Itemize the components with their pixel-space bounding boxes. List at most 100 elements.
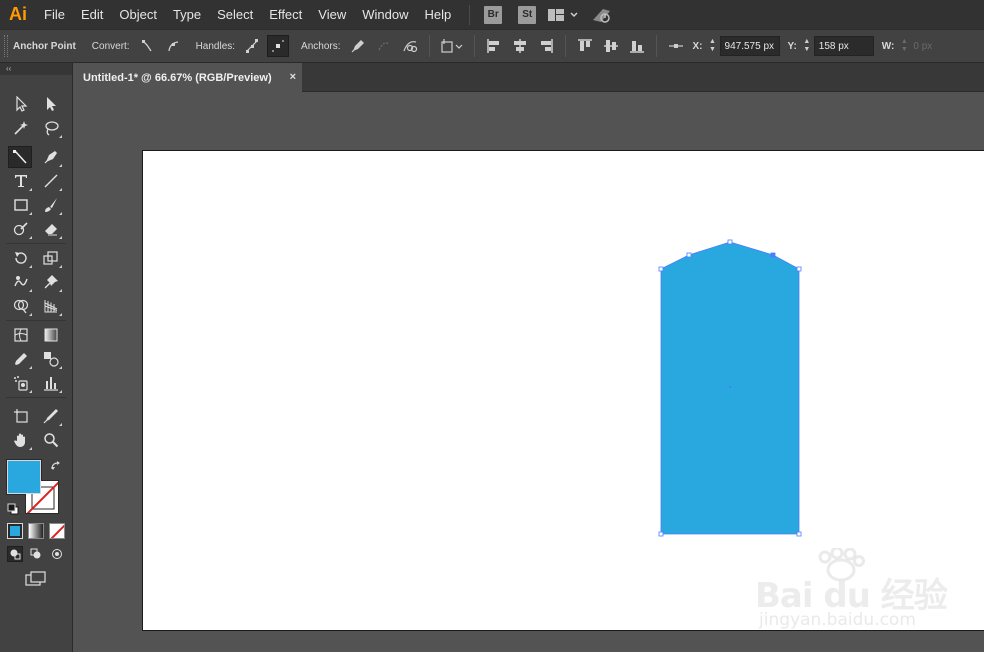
symbol-sprayer-tool-icon[interactable] (9, 372, 33, 394)
screen-mode-icon[interactable] (24, 570, 48, 588)
anchor-point-selected[interactable] (770, 252, 776, 258)
mesh-tool-icon[interactable] (9, 324, 33, 346)
magic-wand-tool-icon[interactable] (9, 117, 33, 139)
w-stepper[interactable]: ▲ ▼ (897, 36, 911, 56)
document-tab-title: Untitled-1* @ 66.67% (RGB/Preview) (83, 72, 272, 84)
draw-behind-icon[interactable] (28, 546, 44, 562)
anchor-point[interactable] (727, 239, 733, 245)
pen-tool-icon[interactable] (39, 146, 63, 168)
document-tab[interactable]: Untitled-1* @ 66.67% (RGB/Preview) × (74, 63, 302, 93)
menu-help[interactable]: Help (416, 0, 459, 29)
canvas-area[interactable] (74, 92, 984, 652)
hand-tool-icon[interactable] (9, 429, 33, 451)
control-bar-divider (473, 35, 475, 57)
y-field[interactable] (813, 36, 874, 56)
anchor-point[interactable] (796, 531, 802, 537)
document-tab-bar: Untitled-1* @ 66.67% (RGB/Preview) × (74, 63, 984, 93)
curvature-tool-icon[interactable] (8, 146, 32, 168)
isolate-object-icon[interactable] (438, 35, 466, 57)
slice-tool-icon[interactable] (39, 405, 63, 427)
menu-bar: Ai File Edit Object Type Select Effect V… (0, 0, 984, 29)
gpu-performance-icon[interactable] (590, 0, 614, 29)
control-bar: Anchor Point Convert: Handles: Anchors: (0, 29, 984, 63)
artboard[interactable] (142, 150, 984, 631)
rotate-tool-icon[interactable] (9, 247, 33, 269)
align-bottom-icon[interactable] (626, 35, 648, 57)
selection-tool-icon[interactable] (9, 93, 33, 115)
convert-label: Convert: (91, 40, 130, 52)
tools-divider (6, 320, 66, 321)
menu-view[interactable]: View (310, 0, 354, 29)
anchor-point[interactable] (658, 531, 664, 537)
align-horizontal-center-icon[interactable] (509, 35, 531, 57)
align-top-icon[interactable] (574, 35, 596, 57)
convert-to-smooth-icon[interactable] (162, 35, 184, 57)
y-stepper[interactable]: ▲ ▼ (800, 36, 814, 56)
cut-path-icon[interactable] (399, 35, 421, 57)
close-tab-icon[interactable]: × (290, 71, 296, 83)
eyedropper-tool-icon[interactable] (9, 348, 33, 370)
connect-anchors-icon[interactable] (373, 35, 395, 57)
lasso-tool-icon[interactable] (39, 117, 63, 139)
w-field[interactable]: 0 px (913, 41, 932, 52)
menu-divider (469, 4, 471, 25)
handles-label: Handles: (195, 40, 236, 52)
perspective-grid-tool-icon[interactable] (39, 295, 63, 317)
blend-tool-icon[interactable] (39, 348, 63, 370)
w-label: W: (881, 40, 895, 52)
align-vertical-center-icon[interactable] (600, 35, 622, 57)
scale-tool-icon[interactable] (39, 247, 63, 269)
x-label: X: (692, 40, 703, 52)
color-mode-button[interactable] (7, 523, 23, 539)
control-bar-title: Anchor Point (13, 40, 76, 52)
workspace-layout-icon[interactable] (544, 0, 582, 29)
swap-fill-stroke-icon[interactable] (50, 460, 62, 472)
menu-window[interactable]: Window (354, 0, 416, 29)
app-logo: Ai (9, 4, 27, 24)
y-label: Y: (787, 40, 797, 52)
gradient-tool-icon[interactable] (39, 324, 63, 346)
column-graph-tool-icon[interactable] (39, 372, 63, 394)
artboard-tool-icon[interactable] (9, 405, 33, 427)
paintbrush-tool-icon[interactable] (39, 194, 63, 216)
default-fill-stroke-icon[interactable] (7, 503, 19, 515)
anchor-point[interactable] (796, 266, 802, 272)
anchor-point[interactable] (658, 266, 664, 272)
warp-tool-icon[interactable] (9, 271, 33, 293)
convert-to-corner-icon[interactable] (136, 35, 158, 57)
control-bar-grip[interactable] (4, 35, 8, 57)
reference-point-icon[interactable] (665, 35, 687, 57)
gradient-mode-button[interactable] (28, 523, 44, 539)
puppet-warp-tool-icon[interactable] (39, 271, 63, 293)
menu-object[interactable]: Object (111, 0, 165, 29)
shaper-tool-icon[interactable] (9, 218, 33, 240)
menu-effect[interactable]: Effect (261, 0, 310, 29)
stock-button[interactable]: St (518, 5, 537, 24)
draw-normal-icon[interactable] (7, 546, 23, 562)
none-mode-button[interactable] (49, 523, 65, 539)
align-left-icon[interactable] (483, 35, 505, 57)
eraser-tool-icon[interactable] (39, 218, 63, 240)
x-field[interactable] (719, 36, 780, 56)
direct-selection-tool-icon[interactable] (39, 93, 63, 115)
menu-type[interactable]: Type (165, 0, 209, 29)
show-handles-icon[interactable] (241, 35, 263, 57)
menu-file[interactable]: File (36, 0, 73, 29)
tools-collapse-button[interactable]: ‹‹ (0, 63, 72, 75)
fill-swatch-front[interactable] (7, 460, 41, 494)
zoom-tool-icon[interactable] (39, 429, 63, 451)
anchor-point[interactable] (686, 252, 692, 258)
menu-edit[interactable]: Edit (73, 0, 111, 29)
x-stepper[interactable]: ▲ ▼ (706, 36, 720, 56)
rectangle-tool-icon[interactable] (9, 194, 33, 216)
remove-anchor-icon[interactable] (347, 35, 369, 57)
draw-inside-icon[interactable] (49, 546, 65, 562)
line-segment-tool-icon[interactable] (39, 170, 63, 192)
bridge-button[interactable]: Br (484, 5, 503, 24)
align-right-icon[interactable] (535, 35, 557, 57)
type-tool-icon[interactable] (9, 170, 33, 192)
menu-select[interactable]: Select (209, 0, 261, 29)
tools-divider (6, 243, 66, 244)
hide-handles-icon[interactable] (267, 35, 290, 57)
shape-builder-tool-icon[interactable] (9, 295, 33, 317)
